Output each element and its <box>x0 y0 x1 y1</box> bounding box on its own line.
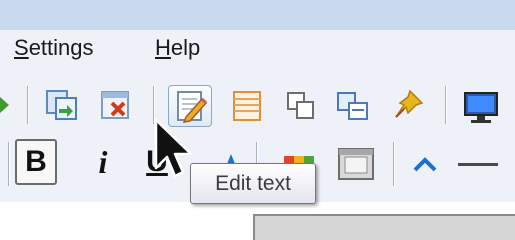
toolbar-separator <box>27 86 28 124</box>
monitor-icon[interactable] <box>462 90 500 124</box>
menu-help-rest: elp <box>170 35 201 60</box>
title-bar <box>0 0 515 30</box>
tooltip: Edit text <box>190 163 316 204</box>
main-toolbar <box>0 72 515 132</box>
menu-help[interactable]: Help <box>155 35 200 61</box>
canvas-panel <box>253 214 515 240</box>
toolbar-separator <box>445 86 446 124</box>
delete-page-icon[interactable] <box>99 89 133 121</box>
minus-icon[interactable] <box>458 162 498 168</box>
copy-icon[interactable] <box>285 90 317 122</box>
list-icon[interactable] <box>232 90 262 122</box>
bold-button[interactable]: B <box>15 139 57 185</box>
menu-bar: Settings Help <box>0 30 515 72</box>
toolbar-separator <box>8 142 9 186</box>
pin-icon[interactable] <box>390 87 426 123</box>
paste-icon[interactable] <box>335 90 371 122</box>
toolbar-separator <box>393 142 394 186</box>
menu-settings-mnemonic: S <box>14 35 29 60</box>
menu-settings[interactable]: Settings <box>14 35 94 61</box>
italic-button[interactable]: i <box>88 139 118 185</box>
caret-up-icon[interactable] <box>412 156 438 174</box>
copy-page-icon[interactable] <box>45 89 79 121</box>
frame-icon[interactable] <box>337 147 375 181</box>
menu-help-mnemonic: H <box>155 35 171 60</box>
menu-settings-rest: ettings <box>28 35 94 60</box>
next-icon[interactable] <box>0 94 12 116</box>
